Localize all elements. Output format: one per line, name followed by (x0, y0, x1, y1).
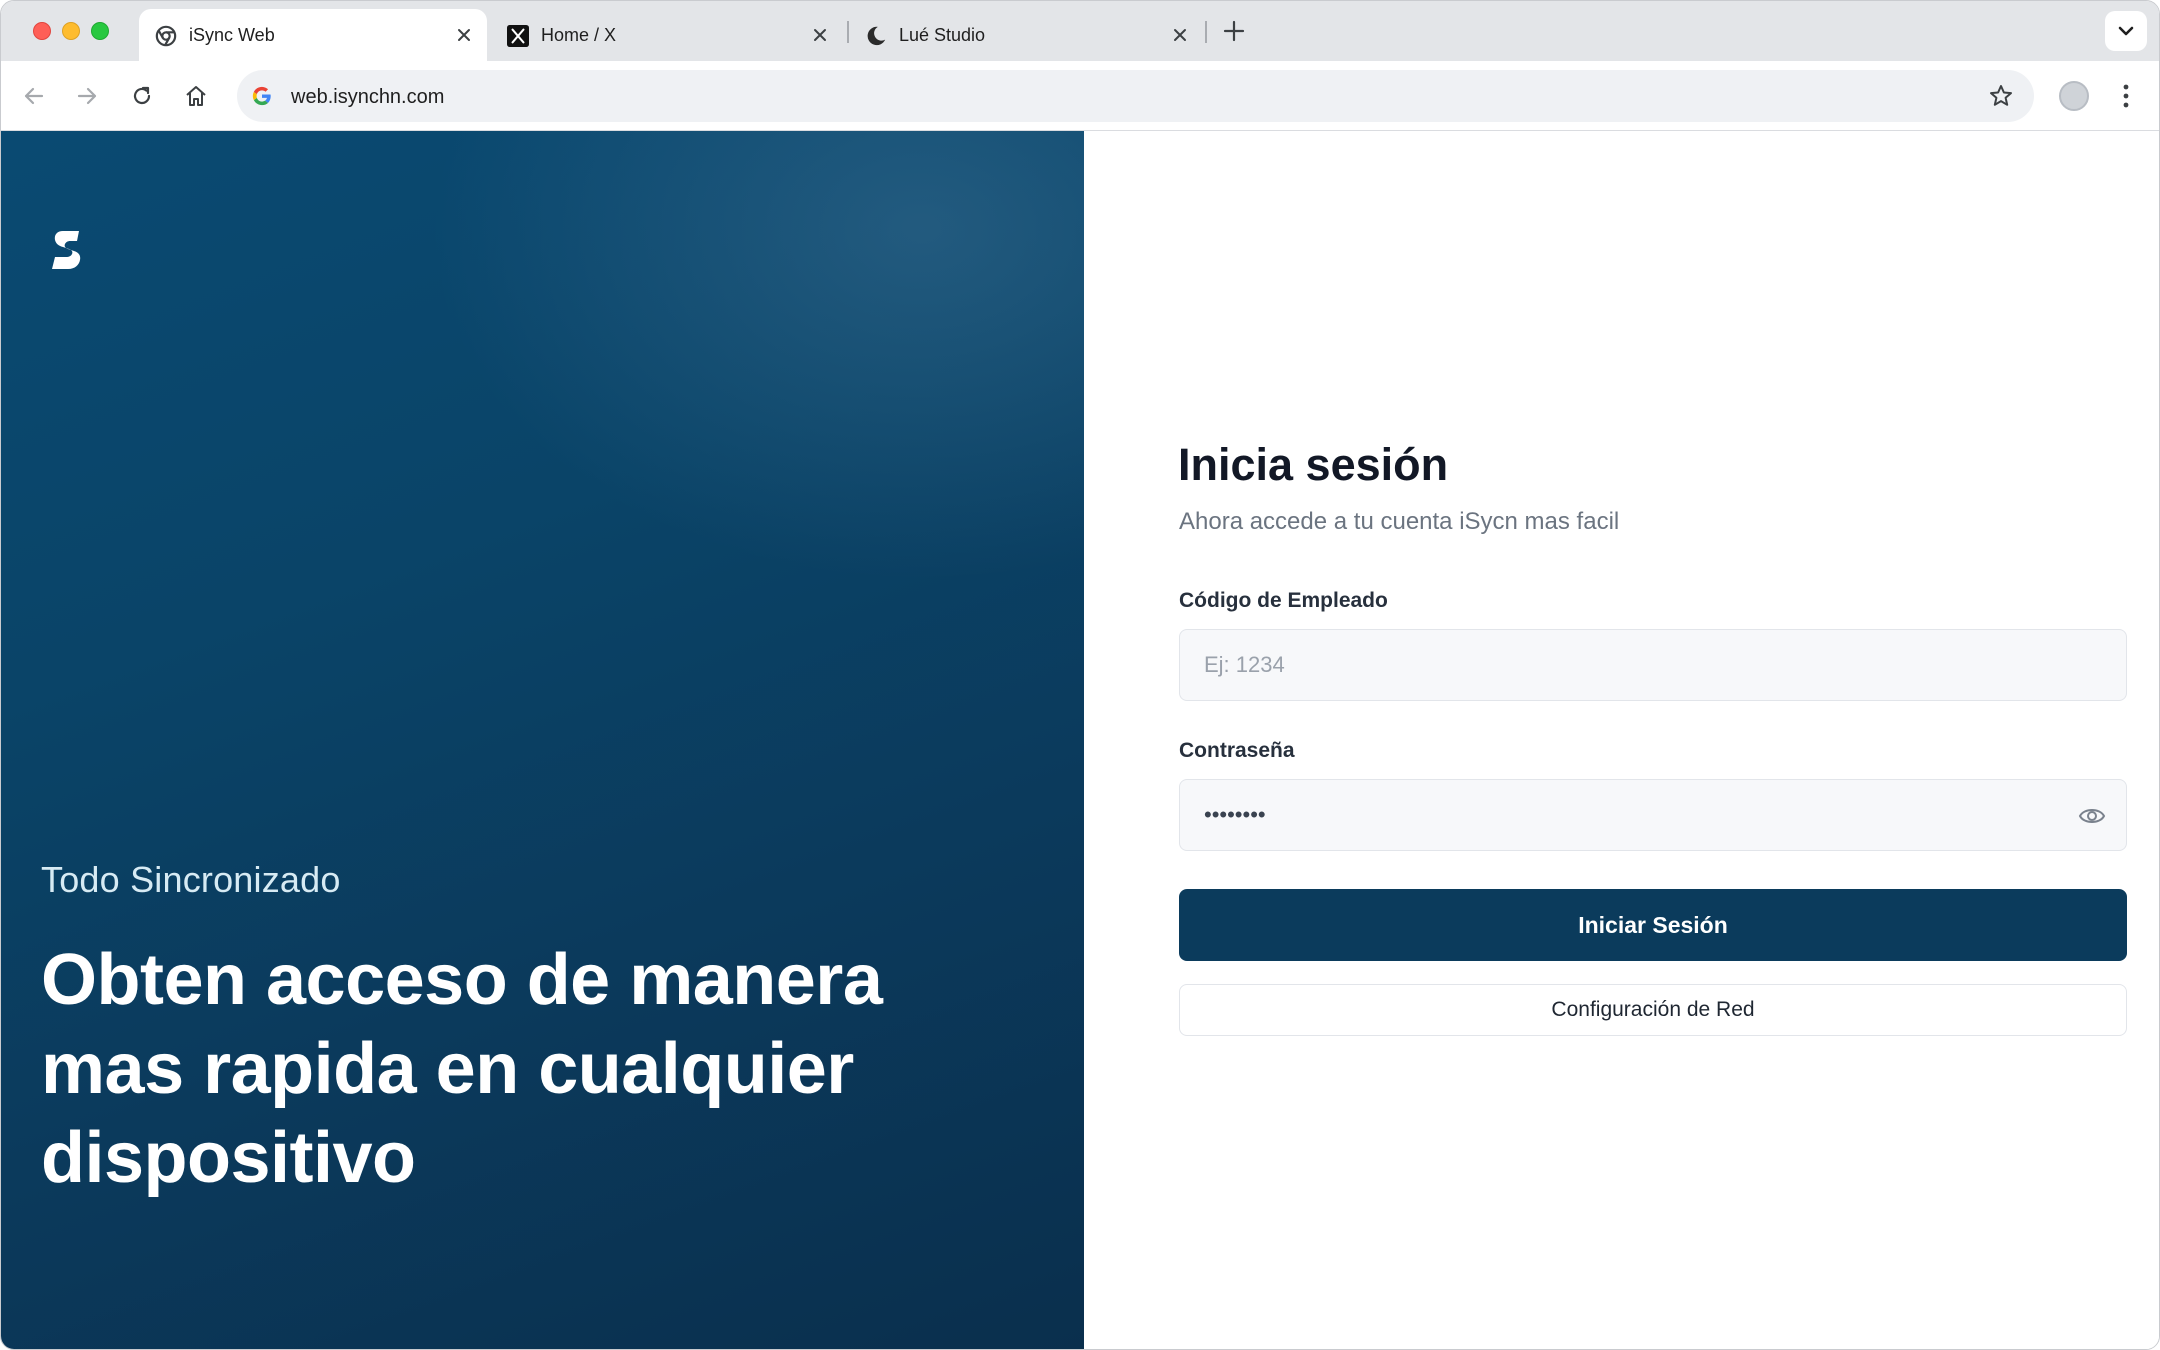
address-bar[interactable]: web.isynchn.com (237, 70, 2034, 122)
tab-home-x[interactable]: Home / X (491, 9, 843, 61)
crescent-icon (867, 26, 886, 46)
home-icon[interactable] (183, 83, 209, 109)
more-vertical-icon[interactable] (2119, 82, 2133, 110)
login-panel: Inicia sesión Ahora accede a tu cuenta i… (1084, 131, 2159, 1349)
tab-title: iSync Web (189, 25, 275, 45)
new-tab-plus-icon[interactable] (1221, 18, 1247, 44)
close-icon[interactable] (811, 26, 829, 44)
bookmark-star-icon[interactable] (1988, 83, 2014, 109)
password-field (1179, 779, 2127, 851)
forward-arrow-icon[interactable] (74, 83, 100, 109)
page-title: Inicia sesión (1178, 439, 1449, 490)
hero-eyebrow: Todo Sincronizado (41, 859, 341, 900)
close-icon[interactable] (455, 26, 473, 44)
x-logo-icon (507, 25, 529, 47)
tab-strip: iSync Web Home / X Lué Studio (1, 1, 2159, 61)
employee-code-field (1179, 629, 2127, 701)
chevron-down-icon (2118, 26, 2134, 36)
tab-title: Lué Studio (899, 25, 986, 45)
employee-code-input[interactable] (1180, 630, 2126, 700)
password-label: Contraseña (1179, 739, 1295, 762)
close-window-button[interactable] (33, 22, 51, 40)
browser-window: iSync Web Home / X Lué Studio web.isynch… (0, 0, 2160, 1350)
tab-separator (1205, 21, 1207, 43)
tab-isync-web[interactable]: iSync Web (139, 9, 487, 61)
isync-s-logo (52, 231, 81, 269)
chrome-icon (155, 25, 177, 47)
browser-toolbar: web.isynchn.com (1, 61, 2159, 131)
network-settings-button[interactable]: Configuración de Red (1179, 984, 2127, 1036)
maximize-window-button[interactable] (91, 22, 109, 40)
tab-title: Home / X (541, 25, 617, 45)
minimize-window-button[interactable] (62, 22, 80, 40)
url-text: web.isynchn.com (291, 86, 445, 108)
login-subtitle: Ahora accede a tu cuenta iSycn mas facil (1179, 508, 1620, 535)
profile-avatar[interactable] (2059, 81, 2089, 111)
google-g-icon (252, 86, 271, 106)
password-input[interactable] (1180, 780, 2126, 850)
close-icon[interactable] (1171, 26, 1189, 44)
back-arrow-icon[interactable] (21, 83, 47, 109)
employee-code-label: Código de Empleado (1179, 589, 1388, 612)
hero-panel: Todo Sincronizado Obten acceso de manera… (1, 131, 1084, 1349)
hero-headline: Obten acceso de manera mas rapida en cua… (41, 940, 883, 1198)
page-content: Todo Sincronizado Obten acceso de manera… (1, 131, 2159, 1349)
tab-lue-studio[interactable]: Lué Studio (849, 9, 1203, 61)
reload-icon[interactable] (129, 83, 155, 109)
sign-in-button[interactable]: Iniciar Sesión (1179, 889, 2127, 961)
tab-search-button[interactable] (2105, 11, 2147, 51)
eye-icon[interactable] (2078, 804, 2106, 828)
